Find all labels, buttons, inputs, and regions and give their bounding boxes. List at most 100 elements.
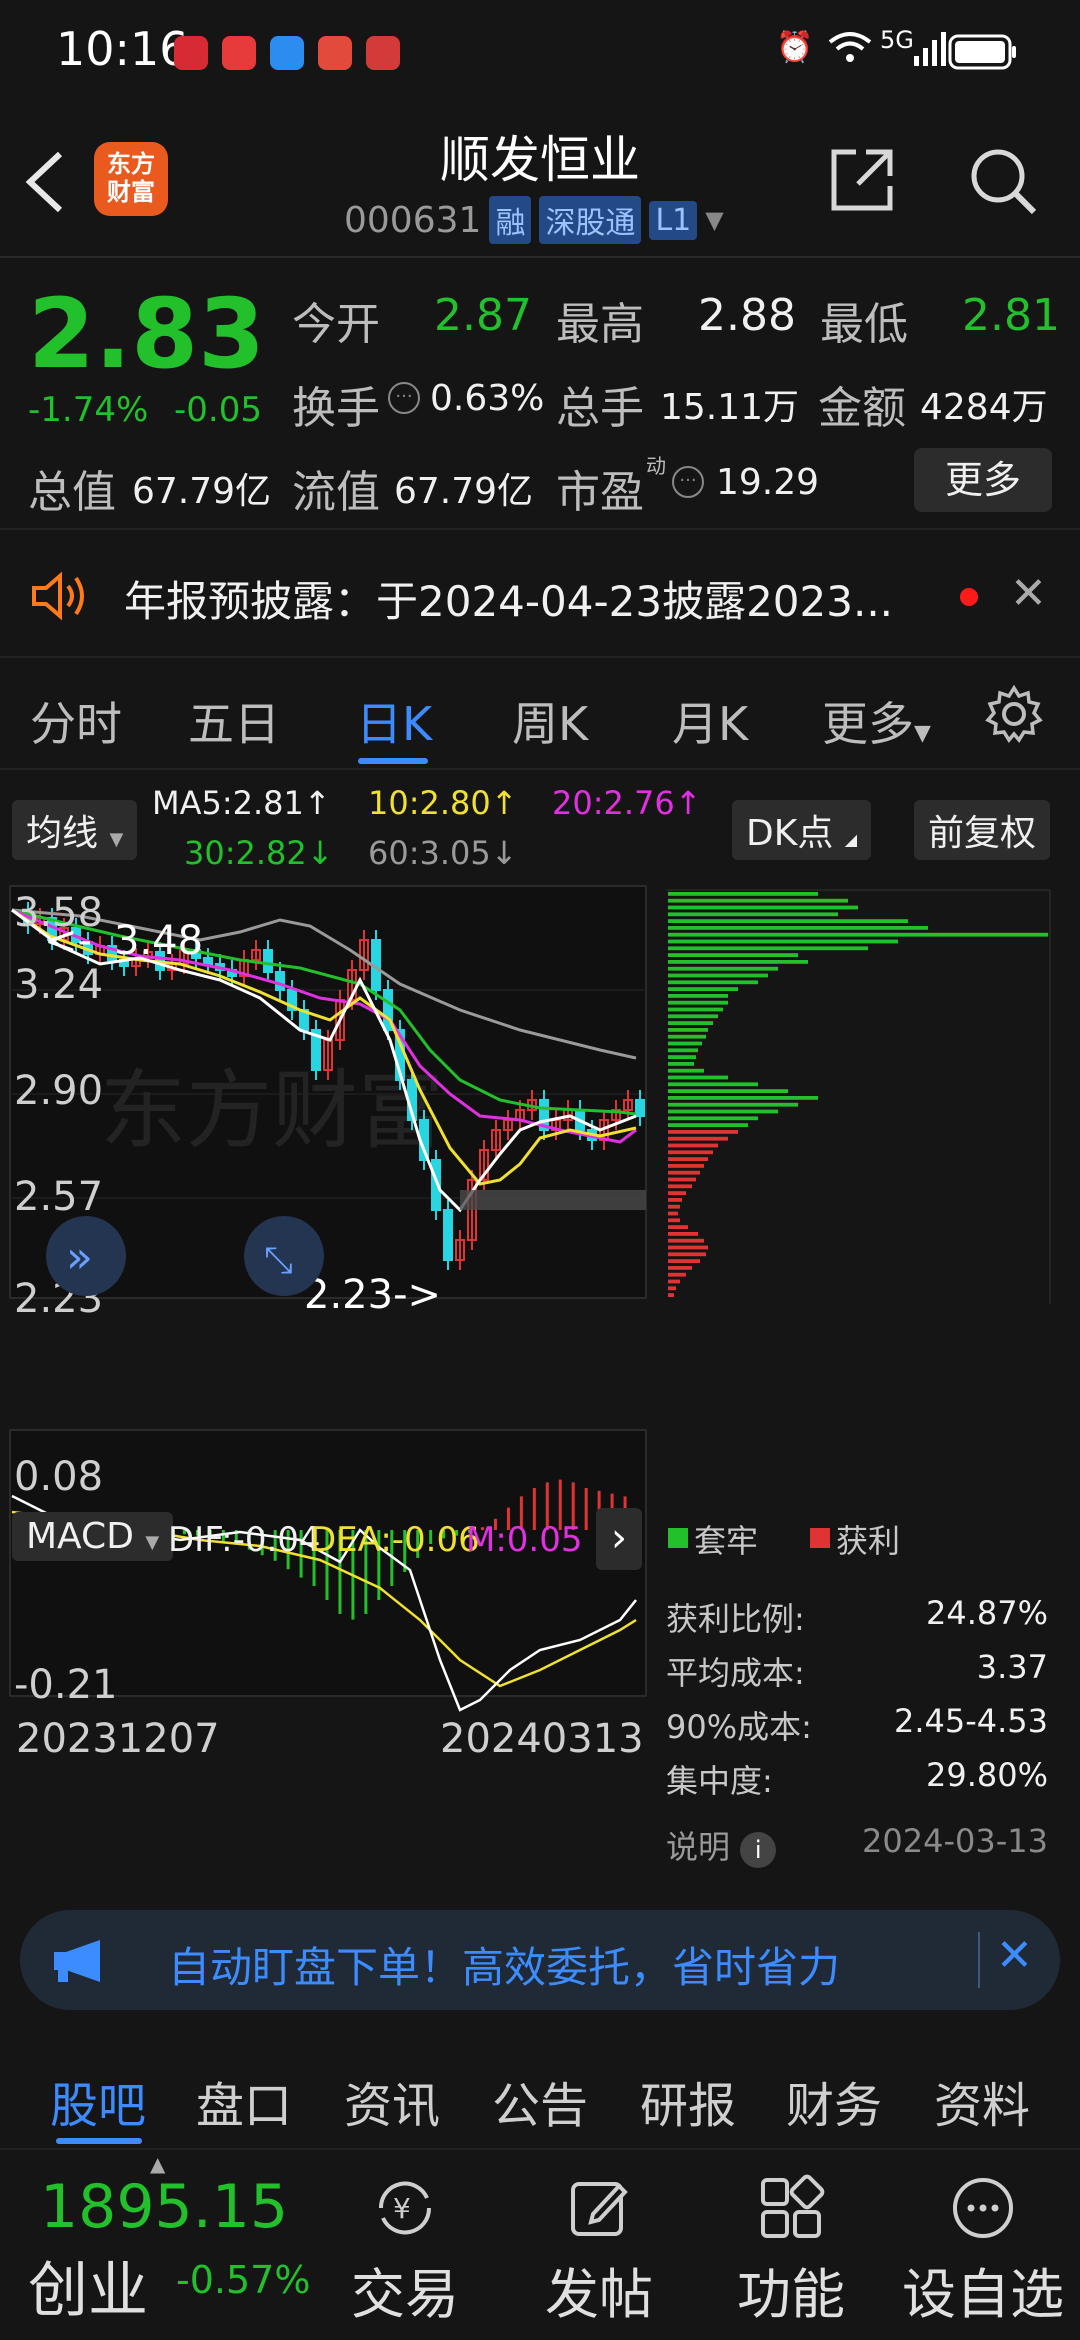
close-icon[interactable]: ✕ xyxy=(1010,568,1047,619)
tab-profile[interactable]: 资料 xyxy=(934,2066,1030,2136)
ma20-value: 20:2.76↑ xyxy=(552,784,702,822)
ma30-value: 30:2.82↓ xyxy=(184,834,334,872)
tab-intraday[interactable]: 分时 xyxy=(30,688,122,754)
quote-panel: 2.83 -1.74% -0.05 今开 2.87 最高 2.88 最低 2.8… xyxy=(0,258,1080,528)
chevron-right-icon[interactable]: › xyxy=(596,1508,642,1570)
change-amount: -0.05 xyxy=(174,390,262,430)
chip-bar xyxy=(668,946,868,951)
avg-cost-label: 平均成本: xyxy=(666,1654,805,1692)
profit-ratio-label: 获利比例: xyxy=(666,1600,805,1638)
alarm-icon: ⏰ xyxy=(776,30,814,65)
profit-ratio-value: 24.87% xyxy=(925,1594,1048,1632)
banner-text: 自动盯盘下单！高效委托，省时省力 xyxy=(168,1943,841,1992)
turnover-label: 换手 xyxy=(292,383,380,434)
tab-forum[interactable]: 股吧 xyxy=(50,2066,146,2136)
macd-axis-label: 0.08 xyxy=(14,1454,103,1500)
chip-bar xyxy=(668,926,928,930)
search-icon[interactable] xyxy=(966,144,1038,220)
chip-bar xyxy=(668,1000,728,1005)
adjust-button[interactable]: 前复权 xyxy=(914,800,1051,860)
nav-functions[interactable]: 功能 xyxy=(706,2172,876,2329)
tab-monthly-k[interactable]: 月K xyxy=(672,688,748,754)
chip-bar xyxy=(668,1225,688,1229)
nav-post[interactable]: 发帖 xyxy=(514,2172,684,2329)
margin-tag: 融 xyxy=(489,196,532,244)
change-percent: -1.74% xyxy=(28,390,149,430)
more-button[interactable]: 更多 xyxy=(914,448,1052,512)
svg-text:¥: ¥ xyxy=(393,2192,411,2225)
tab-more[interactable]: 更多▼ xyxy=(822,688,931,754)
chip-bar xyxy=(668,932,1048,937)
battery-icon xyxy=(948,34,1018,74)
info-icon[interactable]: ··· xyxy=(672,466,704,498)
volume-value: 15.11万 xyxy=(660,387,800,428)
chevron-down-icon: ▼ xyxy=(145,1532,160,1553)
chip-bar xyxy=(668,1218,680,1223)
close-icon[interactable]: ✕ xyxy=(996,1930,1033,1981)
chip-bar xyxy=(668,1252,706,1257)
app-notification-icon xyxy=(366,36,400,70)
chip-bar xyxy=(668,1293,674,1297)
index-value[interactable]: 1895.15 xyxy=(40,2172,288,2242)
chip-bar xyxy=(668,1279,680,1284)
tab-orderbook[interactable]: 盘口 xyxy=(196,2066,292,2136)
turnover-value: 0.63% xyxy=(430,378,545,419)
chip-bar xyxy=(668,939,898,944)
scroll-left-button[interactable]: » xyxy=(46,1216,126,1296)
stock-code-line[interactable]: 000631 融 深股通 L1 ▼ xyxy=(344,196,724,244)
explain-link[interactable]: 说明 i xyxy=(666,1822,777,1868)
more-circle-icon xyxy=(898,2172,1068,2242)
nav-trade[interactable]: ¥ 交易 xyxy=(320,2172,490,2329)
chip-bar xyxy=(668,1096,818,1100)
promo-banner[interactable]: 自动盯盘下单！高效委托，省时省力 ✕ xyxy=(20,1910,1060,2010)
high-label: 最高 xyxy=(556,299,644,350)
edit-icon xyxy=(514,2172,684,2242)
level-tag: L1 xyxy=(649,200,698,240)
notice-bar[interactable]: 年报预披露：于2024-04-23披露2023... ✕ xyxy=(0,528,1080,658)
macd-axis-label: -0.21 xyxy=(14,1662,118,1708)
tab-weekly-k[interactable]: 周K xyxy=(512,688,588,754)
tab-financials[interactable]: 财务 xyxy=(786,2066,882,2136)
gear-icon[interactable] xyxy=(984,684,1044,748)
stock-header: 东方 财富 顺发恒业 000631 融 深股通 L1 ▼ xyxy=(0,110,1080,258)
nav-trade-label: 交易 xyxy=(351,2263,459,2326)
chip-bar xyxy=(668,1048,698,1053)
info-icon[interactable]: ··· xyxy=(388,382,420,414)
tab-news[interactable]: 资讯 xyxy=(344,2066,440,2136)
chip-bar xyxy=(668,1232,698,1236)
chip-bar xyxy=(668,1123,748,1127)
trapped-swatch xyxy=(668,1528,688,1548)
low-label: 最低 xyxy=(820,299,908,350)
ma60-value: 60:3.05↓ xyxy=(368,834,518,872)
unread-dot xyxy=(960,588,978,606)
fullscreen-button[interactable]: ⤡ xyxy=(244,1216,324,1296)
concentration-value: 29.80% xyxy=(925,1756,1048,1794)
open-label: 今开 xyxy=(292,299,380,350)
chip-bar xyxy=(668,1238,704,1243)
candle xyxy=(443,1209,453,1261)
chip-bar xyxy=(668,953,798,957)
chip-bar xyxy=(668,1170,700,1175)
share-icon[interactable] xyxy=(826,144,898,220)
chip-bar xyxy=(668,1266,692,1270)
chip-bar xyxy=(668,1245,708,1250)
tab-research[interactable]: 研报 xyxy=(640,2066,736,2136)
active-tab-indicator xyxy=(358,758,428,764)
chip-bar xyxy=(668,1150,713,1155)
profit-swatch xyxy=(810,1528,830,1548)
tab-daily-k[interactable]: 日K xyxy=(356,688,432,754)
index-name[interactable]: 创业 xyxy=(28,2242,148,2329)
chip-bar xyxy=(668,898,848,903)
macd-dif-value: DIF:-0.04 xyxy=(168,1520,321,1560)
cost-90-label: 90%成本: xyxy=(666,1708,812,1746)
chip-bar xyxy=(668,1102,798,1107)
dk-point-button[interactable]: DK点 ◢ xyxy=(732,800,872,860)
chip-bar xyxy=(668,905,858,910)
chip-bar xyxy=(668,1184,692,1189)
tab-announcements[interactable]: 公告 xyxy=(492,2066,588,2136)
macd-selector[interactable]: MACD ▼ xyxy=(12,1512,174,1561)
ma-selector[interactable]: 均线 ▼ xyxy=(12,800,138,860)
explain-label: 说明 xyxy=(666,1828,731,1866)
nav-add-watchlist[interactable]: 设自选 xyxy=(898,2172,1068,2329)
tab-five-day[interactable]: 五日 xyxy=(188,688,280,754)
